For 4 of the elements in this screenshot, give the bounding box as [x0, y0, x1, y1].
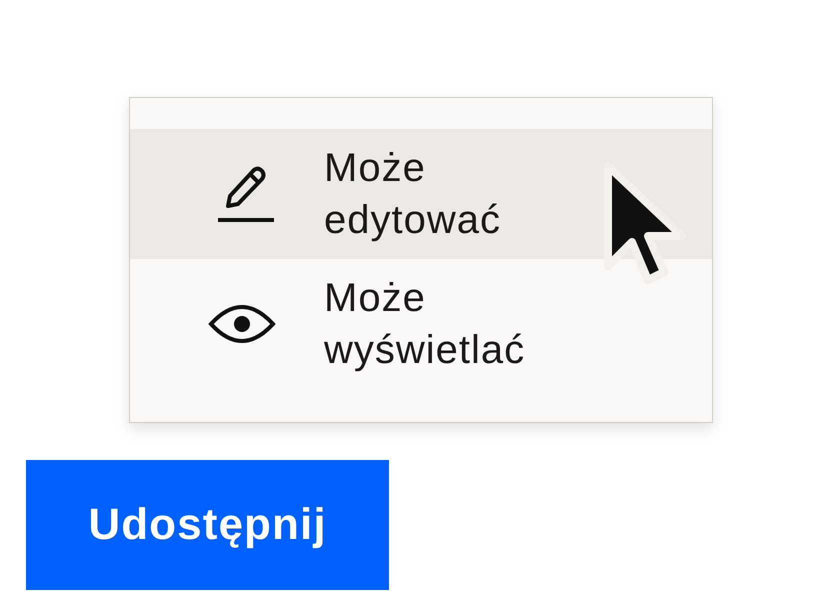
- menu-item[interactable]: Może wyświetlać: [130, 259, 712, 389]
- eye-icon: [208, 302, 276, 346]
- share-button[interactable]: Udostępnij: [26, 460, 389, 590]
- menu-item[interactable]: Może edytować: [130, 129, 712, 259]
